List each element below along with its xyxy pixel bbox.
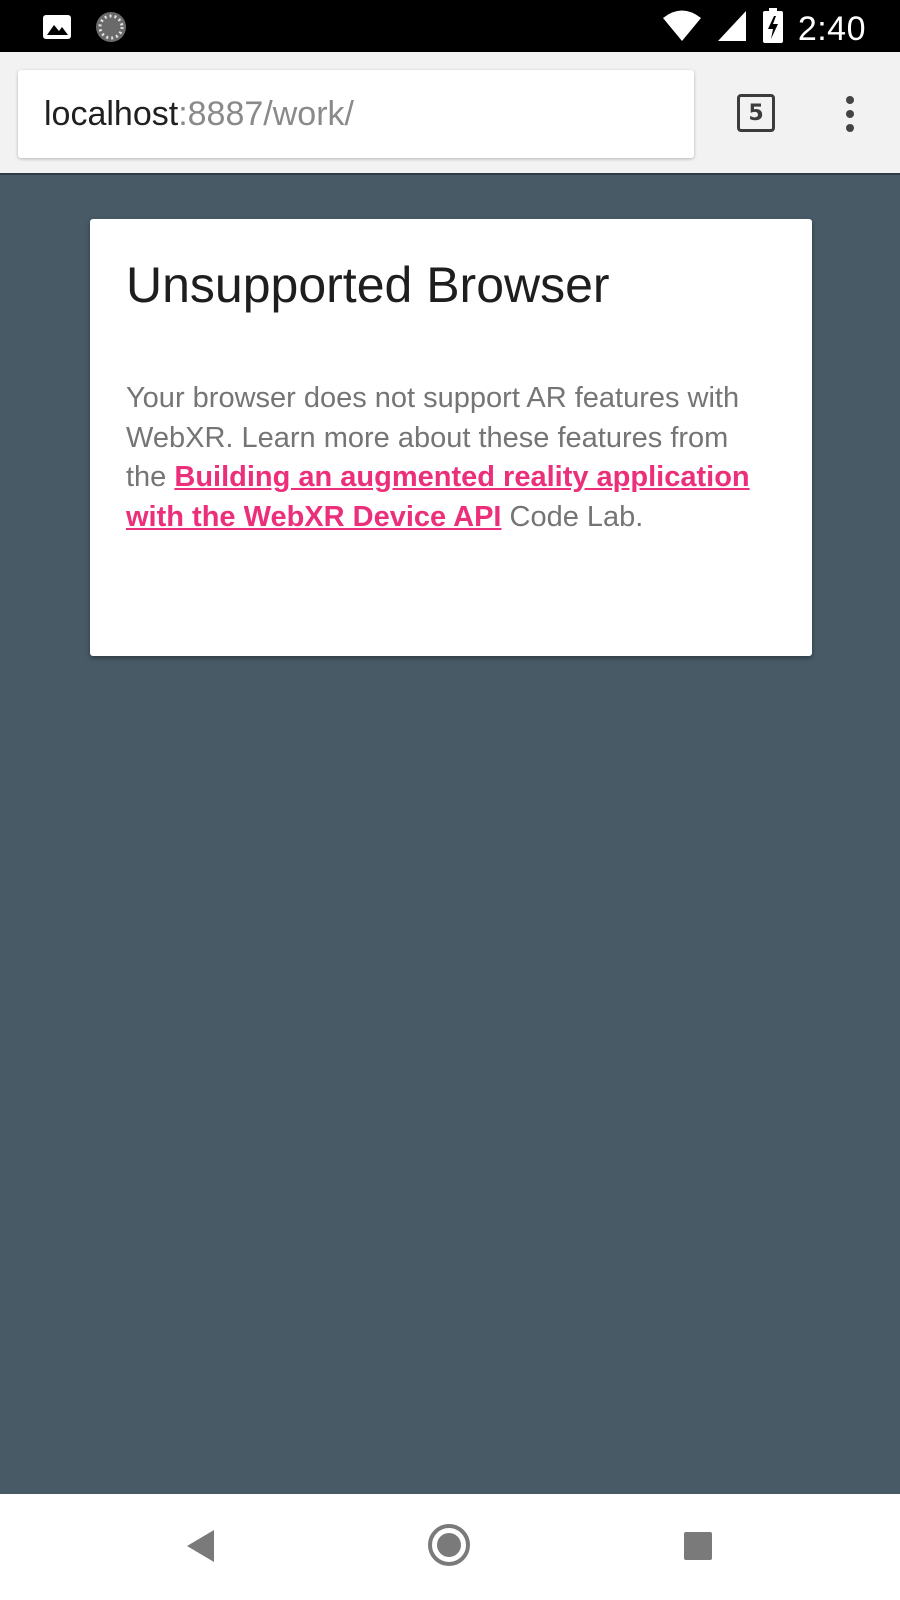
browser-toolbar: localhost:8887/work/ 5 <box>0 52 900 175</box>
menu-dot <box>846 124 854 132</box>
tab-switcher-button[interactable]: 5 <box>737 94 775 132</box>
phone-screen: 2:40 localhost:8887/work/ 5 Unsupported … <box>0 0 900 1600</box>
cell-signal-icon <box>716 9 748 48</box>
battery-charging-icon <box>762 8 784 49</box>
back-icon[interactable] <box>187 1530 214 1562</box>
menu-dot <box>846 96 854 104</box>
status-system: 2:40 <box>662 8 866 49</box>
tab-count: 5 <box>748 100 764 126</box>
home-icon[interactable] <box>428 1524 470 1566</box>
card-body-outro: Code Lab. <box>501 500 644 533</box>
url-bar[interactable]: localhost:8887/work/ <box>18 70 694 158</box>
card-body: Your browser does not support AR feature… <box>126 379 776 537</box>
url-host: localhost <box>44 94 179 133</box>
status-bar: 2:40 <box>0 0 900 52</box>
image-notification-icon <box>42 12 72 47</box>
status-notifications <box>42 10 128 49</box>
codelab-link[interactable]: Building an augmented reality applicatio… <box>126 461 750 533</box>
unsupported-browser-card: Unsupported Browser Your browser does no… <box>90 219 812 656</box>
url-path: :8887/work/ <box>178 94 354 133</box>
card-title: Unsupported Browser <box>126 257 610 313</box>
loading-spinner-icon <box>94 10 128 49</box>
menu-dot <box>846 110 854 118</box>
overflow-menu-icon[interactable] <box>830 90 870 138</box>
recents-icon[interactable] <box>684 1532 712 1560</box>
status-time: 2:40 <box>797 9 866 48</box>
system-nav-bar <box>0 1494 900 1600</box>
wifi-icon <box>662 9 702 48</box>
